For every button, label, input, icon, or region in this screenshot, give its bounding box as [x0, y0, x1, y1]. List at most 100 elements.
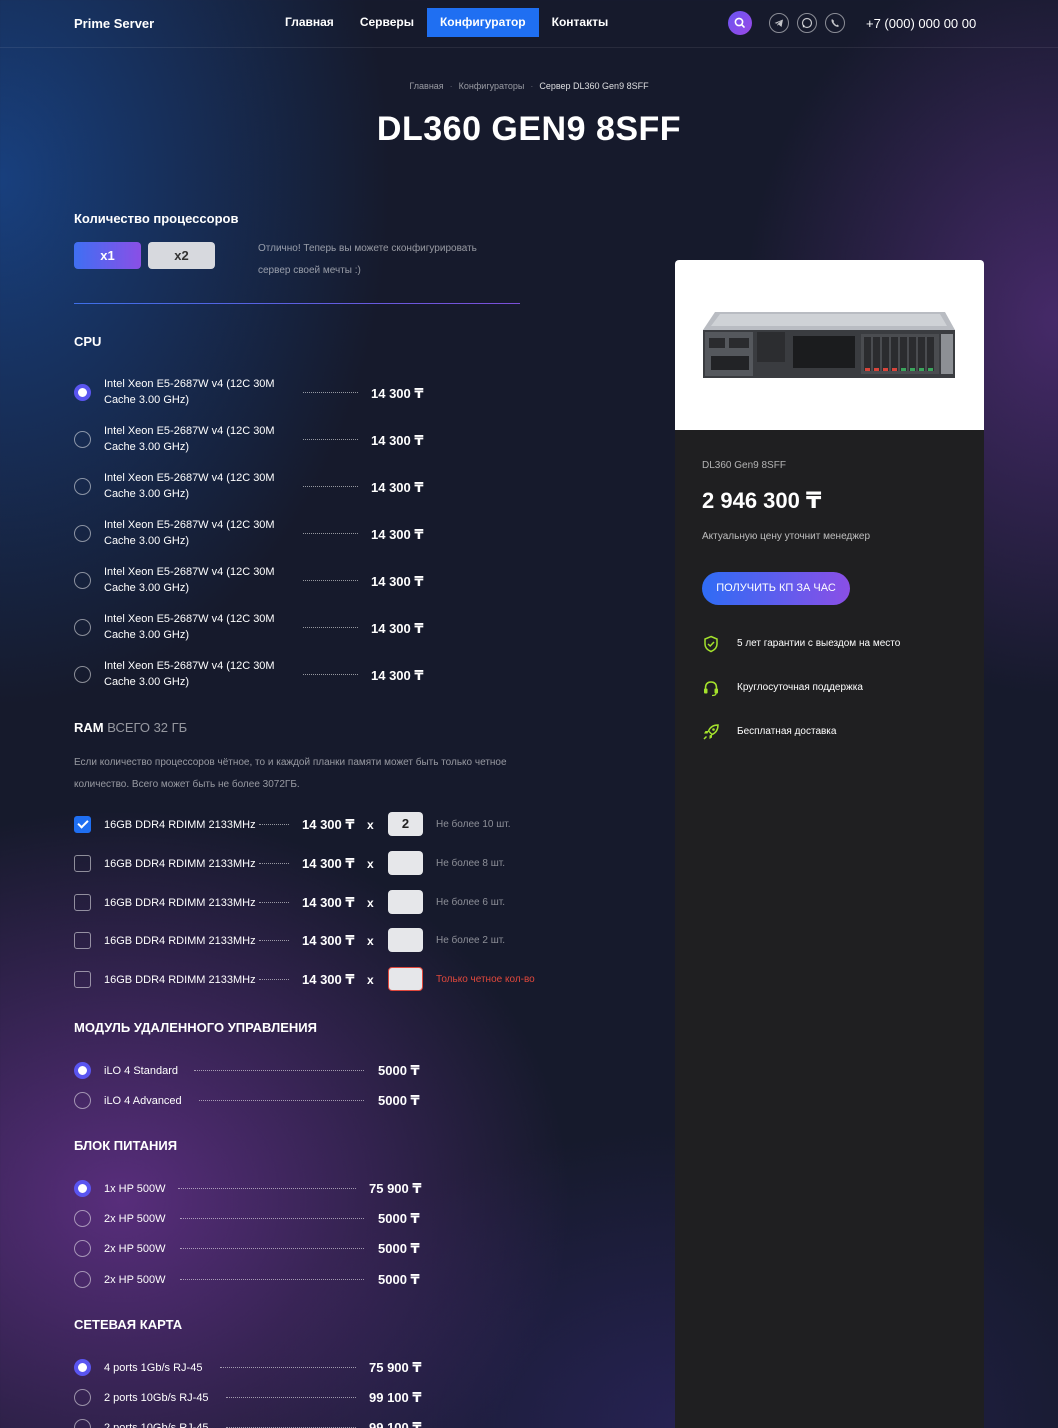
- feature-text: Круглосуточная поддержка: [737, 682, 863, 693]
- dotted-leader: [178, 1188, 356, 1189]
- dotted-leader: [303, 580, 358, 581]
- dotted-leader: [259, 940, 289, 941]
- cpu-radio[interactable]: [74, 384, 91, 401]
- cpu-price: 14 300 ₸: [371, 621, 424, 636]
- ram-limit: Не более 6 шт.: [436, 897, 505, 908]
- ram-label: 16GB DDR4 RDIMM 2133MHz: [104, 897, 256, 909]
- get-quote-button[interactable]: ПОЛУЧИТЬ КП ЗА ЧАС: [702, 572, 850, 605]
- ram-checkbox[interactable]: [74, 855, 91, 872]
- cpu-option[interactable]: Intel Xeon E5-2687W v4 (12C 30M Cache 3.…: [74, 376, 544, 412]
- ram-checkbox[interactable]: [74, 932, 91, 949]
- breadcrumb-configurators[interactable]: Конфигураторы: [459, 81, 525, 91]
- cpu-label: Intel Xeon E5-2687W v4 (12C 30M Cache 3.…: [104, 378, 275, 406]
- cpu-radio[interactable]: [74, 431, 91, 448]
- summary-model: DL360 Gen9 8SFF: [702, 460, 786, 471]
- ram-quantity-input[interactable]: [388, 928, 423, 952]
- summary-price: 2 946 300 ₸: [702, 488, 822, 513]
- psu-option[interactable]: 1x HP 500W 75 900 ₸: [74, 1178, 544, 1200]
- ram-option[interactable]: 16GB DDR4 RDIMM 2133MHz 14 300 ₸ x Не бо…: [74, 928, 544, 954]
- remote-radio[interactable]: [74, 1092, 91, 1109]
- psu-option[interactable]: 2x HP 500W 5000 ₸: [74, 1208, 544, 1230]
- section-divider: [74, 303, 520, 304]
- cpu-radio[interactable]: [74, 666, 91, 683]
- dotted-leader: [220, 1367, 356, 1368]
- remote-option[interactable]: iLO 4 Standard 5000 ₸: [74, 1060, 544, 1082]
- remote-radio[interactable]: [74, 1062, 91, 1079]
- nav-servers[interactable]: Серверы: [347, 8, 427, 37]
- dotted-leader: [259, 902, 289, 903]
- headset-icon: [704, 681, 718, 697]
- cpu-option[interactable]: Intel Xeon E5-2687W v4 (12C 30M Cache 3.…: [74, 658, 544, 694]
- whatsapp-button[interactable]: [797, 13, 817, 33]
- psu-radio[interactable]: [74, 1180, 91, 1197]
- psu-price: 5000 ₸: [378, 1241, 420, 1256]
- cpu-option[interactable]: Intel Xeon E5-2687W v4 (12C 30M Cache 3.…: [74, 611, 544, 647]
- ram-error-message: Только четное кол-во: [436, 974, 535, 985]
- ram-option[interactable]: 16GB DDR4 RDIMM 2133MHz 14 300 ₸ x Не бо…: [74, 851, 544, 877]
- cpu-radio[interactable]: [74, 478, 91, 495]
- ram-checkbox[interactable]: [74, 894, 91, 911]
- ram-option[interactable]: 16GB DDR4 RDIMM 2133MHz 14 300 ₸ x Тольк…: [74, 967, 544, 993]
- cpu-option[interactable]: Intel Xeon E5-2687W v4 (12C 30M Cache 3.…: [74, 470, 544, 506]
- nav-configurator[interactable]: Конфигуратор: [426, 8, 539, 37]
- server-illustration: [703, 312, 955, 378]
- ram-quantity-input[interactable]: [388, 851, 423, 875]
- summary-note: Актуальную цену уточнит менеджер: [702, 531, 871, 542]
- ram-price: 14 300 ₸: [302, 895, 355, 910]
- ram-option[interactable]: 16GB DDR4 RDIMM 2133MHz 14 300 ₸ x Не бо…: [74, 890, 544, 916]
- remote-option[interactable]: iLO 4 Advanced 5000 ₸: [74, 1090, 544, 1112]
- psu-radio[interactable]: [74, 1210, 91, 1227]
- ram-price: 14 300 ₸: [302, 933, 355, 948]
- ram-label: 16GB DDR4 RDIMM 2133MHz: [104, 819, 256, 831]
- ram-checkbox[interactable]: [74, 971, 91, 988]
- nav-contacts[interactable]: Контакты: [539, 8, 622, 37]
- psu-radio[interactable]: [74, 1240, 91, 1257]
- telegram-button[interactable]: [769, 13, 789, 33]
- ram-checkbox[interactable]: [74, 816, 91, 833]
- cpu-option[interactable]: Intel Xeon E5-2687W v4 (12C 30M Cache 3.…: [74, 423, 544, 459]
- ram-title: RAM ВСЕГО 32 ГБ: [74, 720, 187, 735]
- psu-radio[interactable]: [74, 1271, 91, 1288]
- cpu-radio[interactable]: [74, 619, 91, 636]
- remote-price: 5000 ₸: [378, 1093, 420, 1108]
- network-option[interactable]: 2 ports 10Gb/s RJ-45 99 100 ₸: [74, 1387, 544, 1409]
- cpu-option[interactable]: Intel Xeon E5-2687W v4 (12C 30M Cache 3.…: [74, 517, 544, 553]
- psu-label: 1x HP 500W: [104, 1183, 166, 1195]
- remote-title: МОДУЛЬ УДАЛЕННОГО УПРАВЛЕНИЯ: [74, 1020, 317, 1035]
- logo[interactable]: Prime Server: [74, 16, 154, 31]
- cpu-radio[interactable]: [74, 525, 91, 542]
- cpu-option[interactable]: Intel Xeon E5-2687W v4 (12C 30M Cache 3.…: [74, 564, 544, 600]
- psu-option[interactable]: 2x HP 500W 5000 ₸: [74, 1238, 544, 1260]
- network-option[interactable]: 2 ports 10Gb/s RJ-45 99 100 ₸: [74, 1417, 544, 1428]
- network-label: 2 ports 10Gb/s RJ-45: [104, 1422, 209, 1428]
- psu-label: 2x HP 500W: [104, 1274, 166, 1286]
- telegram-icon: [774, 19, 783, 27]
- dotted-leader: [194, 1070, 364, 1071]
- network-option[interactable]: 4 ports 1Gb/s RJ-45 75 900 ₸: [74, 1357, 544, 1379]
- cpu-label: Intel Xeon E5-2687W v4 (12C 30M Cache 3.…: [104, 425, 275, 453]
- cpu-price: 14 300 ₸: [371, 574, 424, 589]
- breadcrumb-home[interactable]: Главная: [409, 81, 443, 91]
- ram-label: 16GB DDR4 RDIMM 2133MHz: [104, 935, 256, 947]
- ram-quantity-input[interactable]: [388, 967, 423, 991]
- phone-button[interactable]: [825, 13, 845, 33]
- phone-number[interactable]: +7 (000) 000 00 00: [866, 16, 976, 31]
- cpu-radio[interactable]: [74, 572, 91, 589]
- search-button[interactable]: [728, 11, 752, 35]
- processor-x2-button[interactable]: x2: [148, 242, 215, 269]
- processor-x1-button[interactable]: x1: [74, 242, 141, 269]
- network-radio[interactable]: [74, 1419, 91, 1428]
- network-radio[interactable]: [74, 1359, 91, 1376]
- dotted-leader: [303, 486, 358, 487]
- network-label: 2 ports 10Gb/s RJ-45: [104, 1392, 209, 1404]
- page-title: DL360 GEN9 8SFF: [376, 110, 682, 148]
- psu-option[interactable]: 2x HP 500W 5000 ₸: [74, 1269, 544, 1291]
- server-image: [675, 260, 984, 430]
- ram-quantity-input[interactable]: 2: [388, 812, 423, 836]
- nav-home[interactable]: Главная: [272, 8, 347, 37]
- ram-limit: Не более 2 шт.: [436, 935, 505, 946]
- ram-quantity-input[interactable]: [388, 890, 423, 914]
- network-radio[interactable]: [74, 1389, 91, 1406]
- ram-option[interactable]: 16GB DDR4 RDIMM 2133MHz 14 300 ₸ x 2 Не …: [74, 812, 544, 838]
- dotted-leader: [180, 1218, 364, 1219]
